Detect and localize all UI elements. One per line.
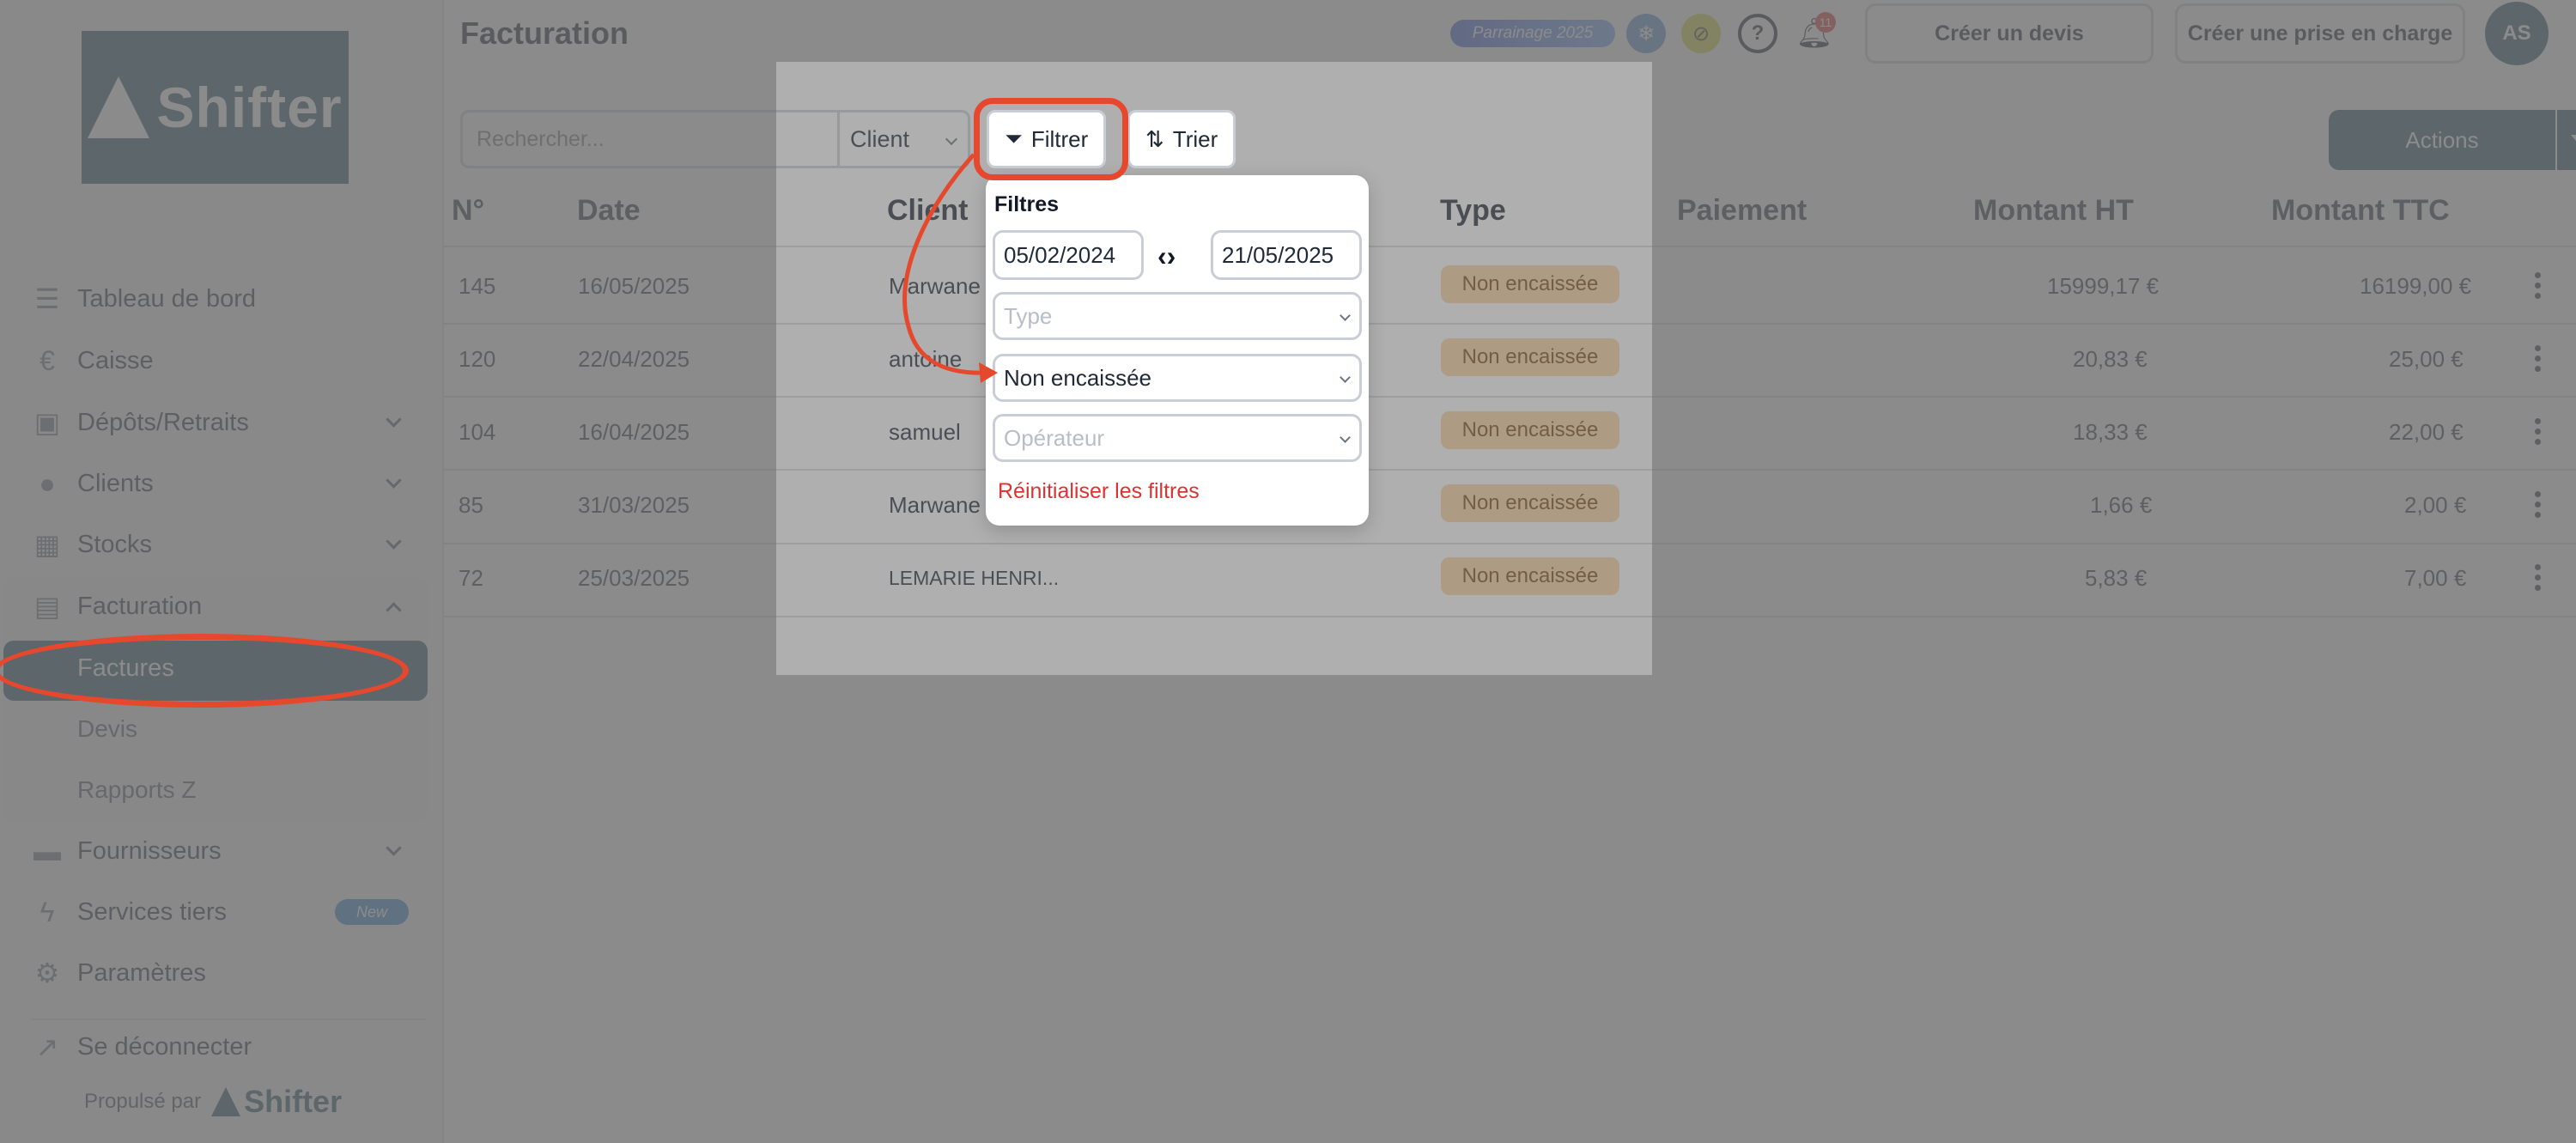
- annotation-arrow: [902, 153, 998, 383]
